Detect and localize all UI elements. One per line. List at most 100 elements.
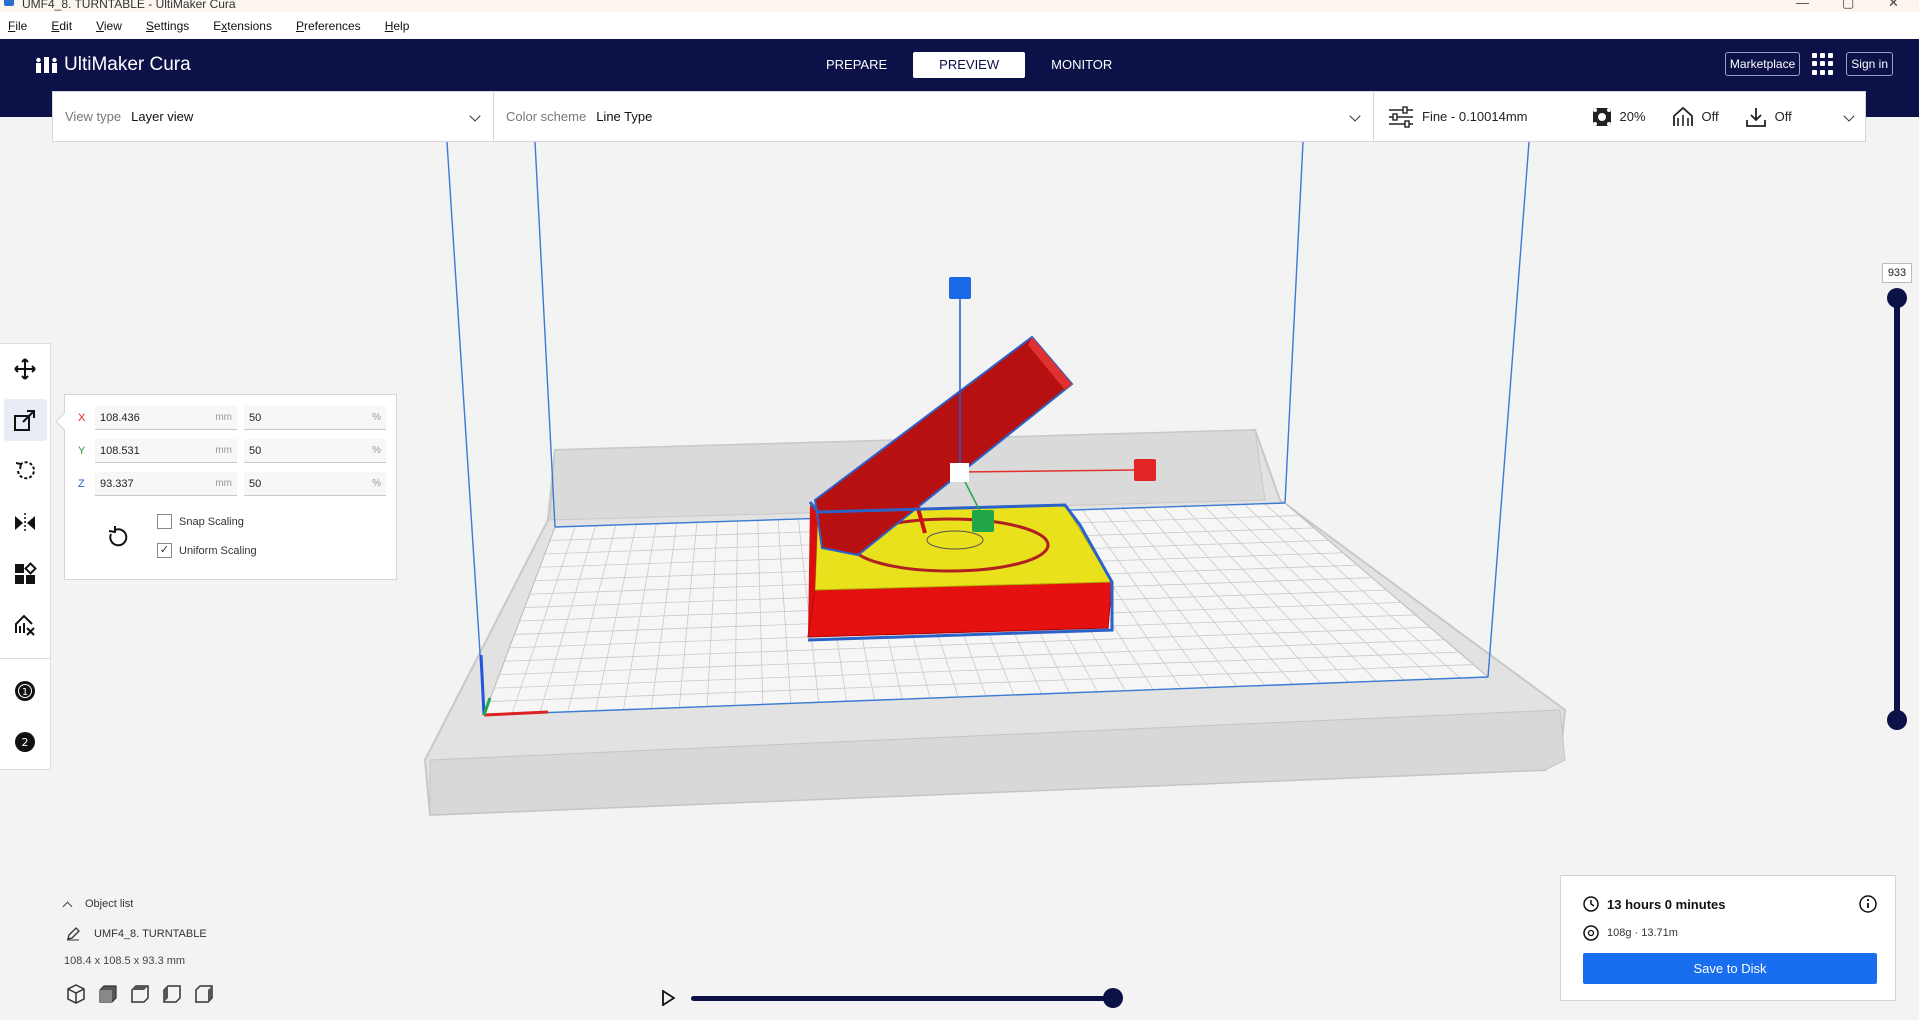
- axis-x-label: X: [78, 412, 86, 424]
- tab-prepare[interactable]: PREPARE: [800, 52, 913, 78]
- scale-row-y: Y 108.531 mm 50%: [78, 439, 386, 463]
- simulation-slider-track[interactable]: [691, 996, 1114, 1001]
- print-settings-button[interactable]: Fine - 0.10014mm 20% Off Off: [1374, 92, 1865, 141]
- menu-file[interactable]: File: [8, 19, 27, 33]
- tab-preview[interactable]: PREVIEW: [913, 52, 1026, 78]
- infill-value: 20%: [1619, 109, 1646, 124]
- model-box-front: [807, 581, 1113, 638]
- layer-slider-track[interactable]: [1894, 298, 1900, 720]
- scale-row-x: X 108.436 mm 50%: [78, 406, 386, 430]
- ultimaker-logo-icon: [36, 57, 57, 73]
- snap-scaling-checkbox[interactable]: [157, 514, 172, 529]
- minimize-icon[interactable]: —: [1796, 0, 1809, 10]
- adhesion-setting: Off: [1745, 106, 1792, 128]
- profile-value: Fine - 0.10014mm: [1422, 109, 1528, 124]
- object-dimensions: 108.4 x 108.5 x 93.3 mm: [64, 955, 186, 967]
- scale-panel: X 108.436 mm 50% Y 108.531 mm 50% Z 93.337…: [64, 394, 397, 580]
- reset-scale-icon[interactable]: [105, 525, 129, 549]
- uniform-scaling-option[interactable]: ✓ Uniform Scaling: [157, 543, 257, 558]
- menu-preferences[interactable]: Preferences: [296, 19, 361, 33]
- view-type-dropdown[interactable]: View type Layer view: [53, 92, 494, 141]
- view-type-label: View type: [65, 109, 122, 124]
- print-time: 13 hours 0 minutes: [1583, 896, 1725, 912]
- right-view-icon[interactable]: [194, 984, 214, 1004]
- support-blocker-icon[interactable]: [12, 612, 38, 638]
- pencil-icon: [67, 927, 80, 941]
- svg-text:1: 1: [22, 687, 28, 698]
- app-logo: UltiMaker Cura: [36, 54, 191, 76]
- support-setting: Off: [1672, 106, 1719, 128]
- window-title-bar: UMF4_8. TURNTABLE - UltiMaker Cura — ▢ ✕: [0, 0, 1919, 12]
- extruder-1-icon[interactable]: 1: [12, 678, 38, 704]
- mirror-icon[interactable]: [12, 510, 38, 536]
- layer-slider-lower-handle[interactable]: [1887, 710, 1907, 730]
- scale-icon[interactable]: [12, 407, 38, 433]
- scale-z-mm-input[interactable]: 93.337 mm: [95, 472, 237, 496]
- chevron-down-icon: [1843, 110, 1855, 122]
- support-icon: [1672, 106, 1693, 126]
- close-icon[interactable]: ✕: [1888, 0, 1899, 11]
- rotate-icon[interactable]: [12, 458, 38, 484]
- sign-in-button[interactable]: Sign in: [1846, 52, 1893, 76]
- uniform-scaling-checkbox[interactable]: ✓: [157, 543, 172, 558]
- tab-monitor[interactable]: MONITOR: [1025, 52, 1138, 78]
- object-list-toggle[interactable]: Object list: [62, 898, 134, 911]
- color-scheme-value: Line Type: [596, 109, 653, 124]
- menu-edit[interactable]: Edit: [51, 19, 72, 33]
- color-scheme-dropdown[interactable]: Color scheme Line Type: [494, 92, 1374, 141]
- object-list-label: Object list: [85, 898, 134, 910]
- color-scheme-label: Color scheme: [506, 109, 587, 124]
- adhesion-icon: [1745, 107, 1766, 127]
- top-view-icon[interactable]: [130, 984, 150, 1004]
- view-toolbar: View type Layer view Color scheme Line T…: [52, 91, 1866, 142]
- marketplace-button[interactable]: Marketplace: [1724, 52, 1801, 76]
- print-time-value: 13 hours 0 minutes: [1607, 896, 1726, 912]
- gizmo-x-handle[interactable]: [1134, 459, 1156, 481]
- window-title: UMF4_8. TURNTABLE - UltiMaker Cura: [22, 0, 236, 11]
- clock-icon: [1583, 896, 1599, 912]
- apps-grid-icon[interactable]: [1812, 53, 1834, 75]
- save-to-disk-button[interactable]: Save to Disk: [1583, 953, 1877, 984]
- play-icon[interactable]: [661, 990, 675, 1006]
- axis-y-label: Y: [78, 445, 86, 457]
- simulation-slider-handle[interactable]: [1103, 988, 1123, 1008]
- chevron-down-icon: [1349, 110, 1361, 122]
- layer-number-input[interactable]: 933: [1882, 263, 1912, 283]
- scale-z-percent-input[interactable]: 50%: [244, 472, 386, 496]
- adhesion-value: Off: [1774, 109, 1792, 124]
- app-icon: [4, 0, 14, 6]
- stage-tabs: PREPARE PREVIEW MONITOR: [800, 52, 1138, 78]
- chevron-up-icon: [62, 901, 73, 911]
- axis-z-label: Z: [78, 478, 85, 490]
- move-icon[interactable]: [12, 356, 38, 382]
- material-usage-value: 108g · 13.71m: [1607, 927, 1678, 939]
- menu-extensions[interactable]: Extensions: [213, 19, 272, 33]
- snap-scaling-option[interactable]: Snap Scaling: [157, 514, 244, 529]
- menu-view[interactable]: View: [96, 19, 122, 33]
- left-view-icon[interactable]: [162, 984, 182, 1004]
- app-name: UltiMaker Cura: [64, 54, 191, 75]
- object-list-item[interactable]: UMF4_8. TURNTABLE: [66, 927, 207, 941]
- left-toolbar: 1 2: [0, 343, 51, 770]
- gizmo-y-handle[interactable]: [972, 510, 994, 532]
- gizmo-center-handle[interactable]: [950, 463, 969, 482]
- extruder-2-icon[interactable]: 2: [12, 729, 38, 755]
- infill-icon: [1592, 107, 1611, 126]
- front-view-icon[interactable]: [98, 984, 118, 1004]
- scale-y-percent-input[interactable]: 50%: [244, 439, 386, 463]
- scale-x-mm-input[interactable]: 108.436 mm: [95, 406, 237, 430]
- maximize-icon[interactable]: ▢: [1842, 0, 1854, 11]
- 3d-view-icon[interactable]: [66, 984, 86, 1004]
- chevron-down-icon: [469, 110, 481, 122]
- scale-y-mm-input[interactable]: 108.531 mm: [95, 439, 237, 463]
- gizmo-z-handle[interactable]: [949, 277, 971, 299]
- uniform-scaling-label: Uniform Scaling: [179, 544, 257, 557]
- scale-x-percent-input[interactable]: 50%: [244, 406, 386, 430]
- layer-slider-upper-handle[interactable]: [1887, 288, 1907, 308]
- per-model-settings-icon[interactable]: [12, 561, 38, 587]
- view-type-value: Layer view: [131, 109, 194, 124]
- menu-settings[interactable]: Settings: [146, 19, 189, 33]
- menu-help[interactable]: Help: [385, 19, 410, 33]
- snap-scaling-label: Snap Scaling: [179, 515, 244, 528]
- info-icon[interactable]: [1859, 895, 1877, 913]
